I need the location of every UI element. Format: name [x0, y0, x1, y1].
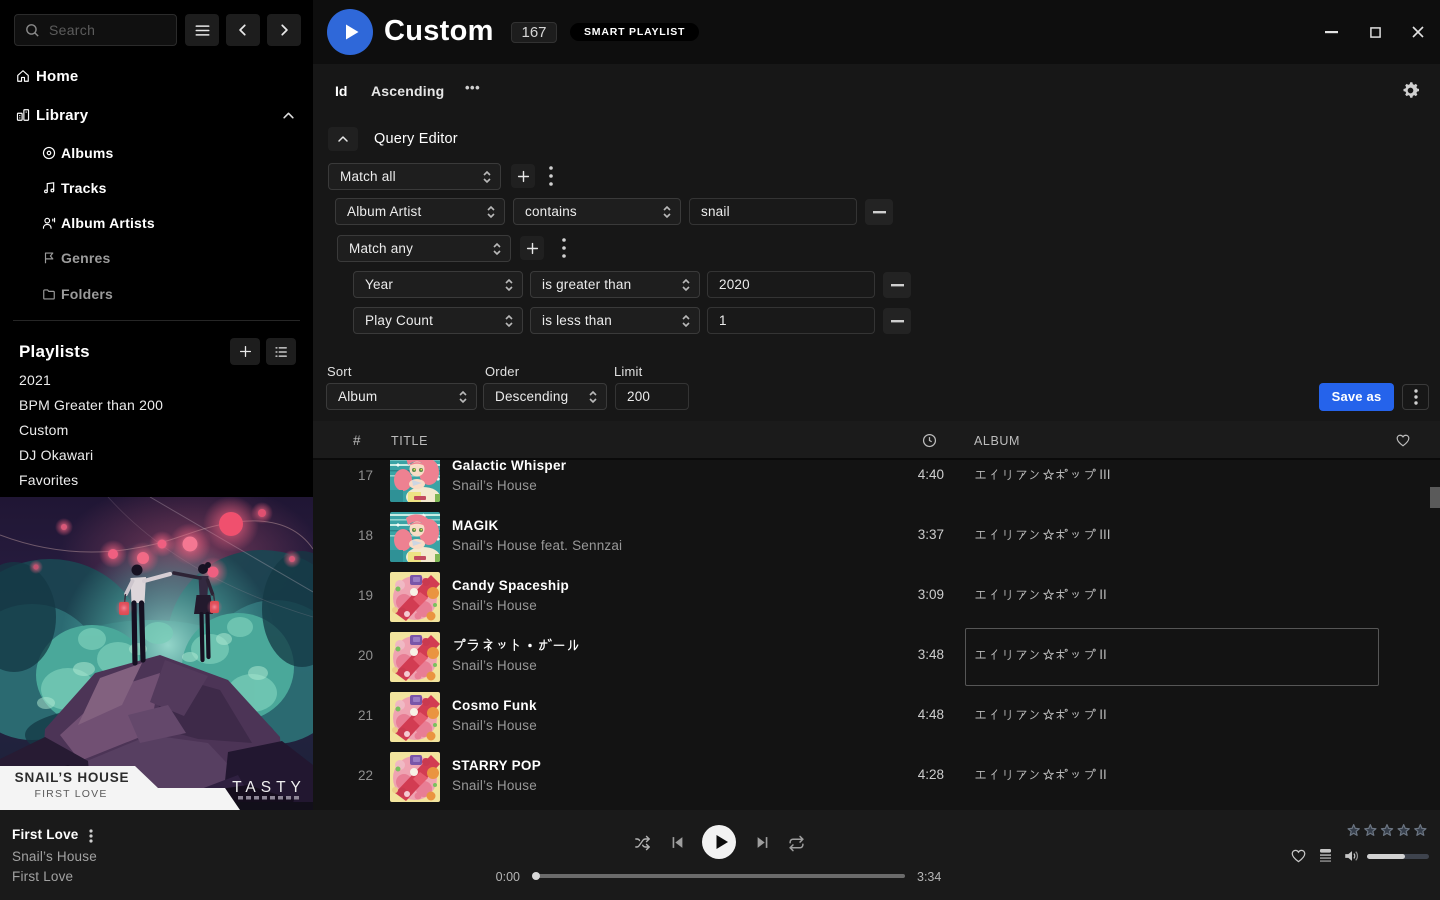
svg-text:SNAIL’S HOUSE: SNAIL’S HOUSE	[15, 770, 130, 785]
svg-text:TASTY: TASTY	[232, 779, 306, 796]
svg-text:FIRST LOVE: FIRST LOVE	[34, 788, 107, 800]
